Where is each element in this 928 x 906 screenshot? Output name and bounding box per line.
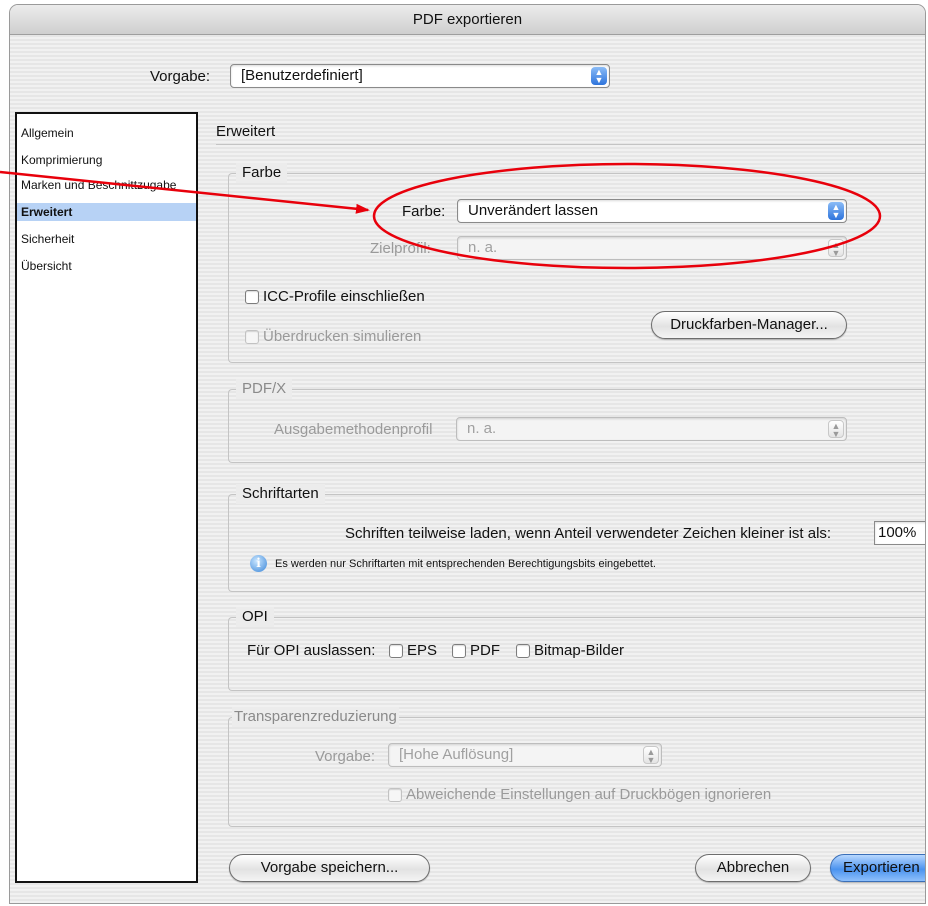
- annotation-ellipse: [372, 162, 882, 270]
- annotation-overlay: [0, 162, 882, 270]
- annotation-arrow: [0, 170, 370, 214]
